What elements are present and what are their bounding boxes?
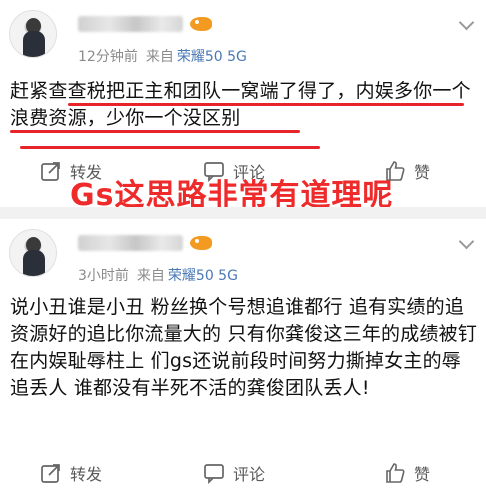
comment-label: 评论	[233, 465, 266, 484]
post-body: 说小丑谁是小丑 粉丝换个号想追谁都行 追有实绩的追资源好的追比你流量大的 只有你…	[10, 296, 478, 399]
like-label: 赞	[414, 163, 431, 182]
highlight-underline	[20, 146, 320, 149]
avatar[interactable]	[9, 10, 57, 58]
post-time: 3小时前	[78, 268, 129, 284]
post-actions: 转发 评论 赞	[0, 458, 486, 488]
thumbs-up-icon	[386, 463, 405, 483]
post-source-label: 来自	[136, 268, 165, 284]
repost-button[interactable]: 转发	[40, 458, 102, 488]
username-blurred[interactable]	[78, 235, 183, 251]
chevron-down-icon[interactable]	[458, 14, 475, 31]
highlight-underline	[68, 103, 464, 106]
repost-icon	[41, 162, 60, 181]
post-device[interactable]: 荣耀50 5G	[168, 268, 238, 284]
comment-button[interactable]: 评论	[203, 458, 265, 488]
like-button[interactable]: 赞	[384, 458, 430, 488]
post-source-label: 来自	[145, 49, 174, 65]
fish-badge-icon	[190, 17, 212, 31]
post-divider	[0, 207, 486, 219]
like-label: 赞	[414, 465, 431, 484]
comment-icon	[204, 464, 224, 484]
avatar[interactable]	[9, 229, 57, 277]
fish-badge-icon	[190, 236, 212, 250]
highlight-underline	[10, 130, 300, 133]
post-meta: 3小时前 来自 荣耀50 5G	[78, 265, 238, 285]
post-meta: 12分钟前 来自 荣耀50 5G	[78, 46, 247, 66]
post-card: 3小时前 来自 荣耀50 5G 说小丑谁是小丑 粉丝换个号想追谁都行 追有实绩的追资…	[0, 219, 486, 500]
post-device[interactable]: 荣耀50 5G	[177, 49, 247, 65]
username-blurred[interactable]	[78, 16, 183, 32]
repost-label: 转发	[70, 465, 103, 484]
repost-icon	[41, 464, 60, 483]
post-card: 12分钟前 来自 荣耀50 5G 赶紧查查税把正主和团队一窝端了得了，内娱多你一个浪…	[0, 0, 486, 196]
chevron-down-icon[interactable]	[458, 233, 475, 250]
post-time: 12分钟前	[78, 49, 138, 65]
